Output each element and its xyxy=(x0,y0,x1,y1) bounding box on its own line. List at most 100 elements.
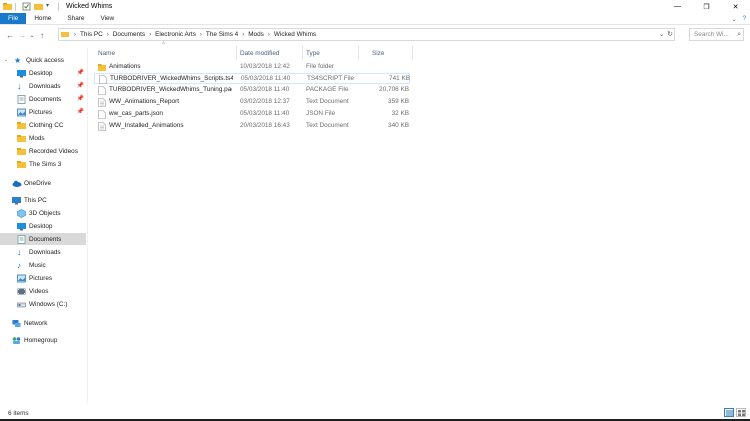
nav-item-label: Mods xyxy=(29,134,45,142)
file-row[interactable]: WW_Installed_Animations 20/03/2018 16:43… xyxy=(94,121,410,132)
column-header-date[interactable]: Date modified xyxy=(240,47,302,59)
column-divider[interactable] xyxy=(302,46,303,60)
nav-item-label: Desktop xyxy=(29,222,53,230)
file-name: Animations xyxy=(109,63,141,70)
search-input[interactable]: Search Wi... ⌕ xyxy=(689,28,744,41)
file-size: 20,706 KB xyxy=(379,86,409,93)
nav-item-label: Clothing CC xyxy=(29,121,64,129)
nav-item-label: Pictures xyxy=(29,108,53,116)
desktop-icon xyxy=(17,222,26,231)
nav-item-clothing-cc[interactable]: Clothing CC xyxy=(0,119,86,131)
address-bar[interactable]: › This PC › Documents › Electronic Arts … xyxy=(58,28,675,41)
status-bar: 6 items xyxy=(0,407,750,419)
large-icons-view-button[interactable] xyxy=(736,408,746,417)
file-size: 741 KB xyxy=(389,75,410,82)
nav-item-label: Downloads xyxy=(29,248,61,256)
nav-item-downloads[interactable]: ↓ Downloads 📌 xyxy=(0,80,86,92)
3d-objects-icon xyxy=(17,208,26,218)
file-row[interactable]: WW_Animations_Report 03/02/2018 12:37 Te… xyxy=(94,97,410,108)
folder-icon xyxy=(17,160,26,169)
file-row[interactable]: Animations 10/03/2018 12:42 File folder xyxy=(94,62,410,73)
minimize-button[interactable]: — xyxy=(663,0,692,13)
nav-item-label: Music xyxy=(29,261,46,269)
navigation-bar: ← → ⌄ ↑ › This PC › Documents › Electron… xyxy=(0,27,750,43)
nav-item-videos[interactable]: Videos xyxy=(0,285,86,297)
nav-item-pc-desktop[interactable]: Desktop xyxy=(0,220,86,232)
nav-item-the-sims-3[interactable]: The Sims 3 xyxy=(0,158,86,170)
nav-item-3d-objects[interactable]: 3D Objects xyxy=(0,207,86,219)
refresh-icon[interactable]: ↻ xyxy=(667,30,673,38)
nav-item-documents[interactable]: Documents 📌 xyxy=(0,93,86,105)
file-date: 05/03/2018 11:40 xyxy=(240,86,290,93)
nav-quick-access-label: Quick access xyxy=(26,56,65,64)
documents-icon xyxy=(17,94,26,104)
file-type: Text Document xyxy=(306,98,349,105)
column-header-name[interactable]: Name xyxy=(98,47,236,59)
chevron-down-icon[interactable]: ⌄ xyxy=(659,31,664,38)
file-date: 10/03/2018 12:42 xyxy=(240,63,290,70)
help-icon[interactable]: ? xyxy=(743,16,746,22)
title-bar: ▾ Wicked Whims — ❐ ✕ xyxy=(0,0,750,13)
nav-item-pc-downloads[interactable]: ↓ Downloads xyxy=(0,246,86,258)
videos-icon xyxy=(17,287,26,296)
nav-quick-access[interactable]: ⌄ ★ Quick access xyxy=(0,54,86,66)
breadcrumb-wicked-whims[interactable]: Wicked Whims xyxy=(272,31,318,38)
breadcrumb-electronic-arts[interactable]: Electronic Arts xyxy=(153,31,198,38)
chevron-down-icon[interactable]: ⌄ xyxy=(4,57,14,63)
column-divider[interactable] xyxy=(358,46,359,60)
back-button[interactable]: ← xyxy=(4,29,16,41)
new-folder-icon[interactable] xyxy=(34,2,43,11)
nav-network[interactable]: Network xyxy=(0,317,86,329)
nav-homegroup[interactable]: Homegroup xyxy=(0,334,86,346)
nav-item-recorded-videos[interactable]: Recorded Videos xyxy=(0,145,86,157)
pin-icon[interactable]: 📌 xyxy=(77,108,84,115)
file-row[interactable]: TURBODRIVER_WickedWhims_Scripts.ts4scrip… xyxy=(94,73,410,84)
nav-item-pictures[interactable]: Pictures 📌 xyxy=(0,106,86,118)
breadcrumb-the-sims-4[interactable]: The Sims 4 xyxy=(204,31,240,38)
navigation-pane: ⌄ ★ Quick access Desktop 📌 ↓ Downloads 📌… xyxy=(0,48,88,404)
recent-locations-button[interactable]: ⌄ xyxy=(28,29,36,41)
nav-item-pc-pictures[interactable]: Pictures xyxy=(0,272,86,284)
pictures-icon xyxy=(17,108,26,117)
nav-item-music[interactable]: ♪ Music xyxy=(0,259,86,271)
column-divider[interactable] xyxy=(412,46,413,60)
tab-view[interactable]: View xyxy=(92,13,122,24)
file-row[interactable]: TURBODRIVER_WickedWhims_Tuning.package 0… xyxy=(94,85,410,96)
divider xyxy=(15,2,16,11)
pin-icon[interactable]: 📌 xyxy=(77,95,84,102)
nav-item-desktop[interactable]: Desktop 📌 xyxy=(0,67,86,79)
window-controls: — ❐ ✕ xyxy=(663,0,750,13)
breadcrumb-this-pc[interactable]: This PC xyxy=(78,31,105,38)
nav-item-windows-c[interactable]: Windows (C:) xyxy=(0,298,86,310)
breadcrumb-mods[interactable]: Mods xyxy=(246,31,266,38)
properties-icon[interactable] xyxy=(22,2,31,11)
tab-file[interactable]: File xyxy=(0,13,27,24)
details-view-button[interactable] xyxy=(724,408,734,417)
nav-this-pc-label: This PC xyxy=(24,196,47,204)
customize-quick-access-icon[interactable]: ▾ xyxy=(46,2,55,11)
window-title: Wicked Whims xyxy=(66,3,113,10)
nav-item-label: Downloads xyxy=(29,82,61,90)
column-divider[interactable] xyxy=(236,46,237,60)
forward-button[interactable]: → xyxy=(16,29,28,41)
nav-onedrive-label: OneDrive xyxy=(24,179,51,187)
nav-item-pc-documents[interactable]: Documents xyxy=(0,233,86,245)
nav-item-mods[interactable]: Mods xyxy=(0,132,86,144)
maximize-button[interactable]: ❐ xyxy=(692,0,721,13)
expand-ribbon-icon[interactable]: ⌄ xyxy=(732,16,737,23)
file-row[interactable]: ww_cas_parts.json 05/03/2018 11:40 JSON … xyxy=(94,109,410,120)
tab-home[interactable]: Home xyxy=(26,13,59,24)
nav-onedrive[interactable]: OneDrive xyxy=(0,177,86,189)
column-header-type[interactable]: Type xyxy=(306,47,358,59)
column-header-size[interactable]: Size xyxy=(372,47,412,59)
breadcrumb-documents[interactable]: Documents xyxy=(111,31,147,38)
close-button[interactable]: ✕ xyxy=(721,0,750,13)
item-count: 6 items xyxy=(8,409,29,417)
tab-share[interactable]: Share xyxy=(59,13,92,24)
nav-item-label: Videos xyxy=(29,287,49,295)
pin-icon[interactable]: 📌 xyxy=(77,82,84,89)
nav-this-pc[interactable]: This PC xyxy=(0,194,86,206)
pin-icon[interactable]: 📌 xyxy=(77,69,84,76)
up-button[interactable]: ↑ xyxy=(36,29,48,41)
nav-item-label: Windows (C:) xyxy=(29,300,68,308)
